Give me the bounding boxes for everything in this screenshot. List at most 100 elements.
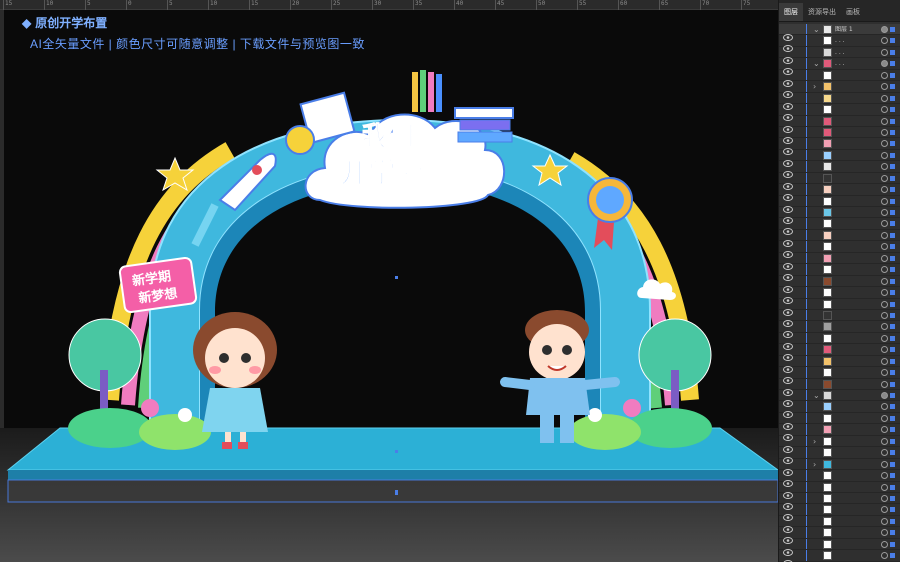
selection-indicator[interactable] <box>890 141 895 147</box>
selection-indicator[interactable] <box>890 175 895 181</box>
layer-row[interactable] <box>779 447 900 465</box>
visibility-eye-icon[interactable] <box>783 95 793 110</box>
visibility-eye-icon[interactable] <box>783 129 793 144</box>
layer-target-icon[interactable] <box>881 254 888 262</box>
visibility-eye-icon[interactable] <box>783 37 793 53</box>
layer-row[interactable] <box>779 207 900 224</box>
visibility-eye-icon[interactable] <box>783 415 793 430</box>
layer-row[interactable] <box>779 264 900 282</box>
layer-target-icon[interactable] <box>881 426 888 434</box>
layer-target-icon[interactable] <box>881 517 888 525</box>
visibility-eye-icon[interactable] <box>783 358 793 373</box>
selection-indicator[interactable] <box>890 312 895 318</box>
selection-indicator[interactable] <box>890 84 895 90</box>
layer-target-icon[interactable] <box>881 414 888 422</box>
layer-target-icon[interactable] <box>881 37 888 45</box>
visibility-eye-icon[interactable] <box>783 506 793 522</box>
visibility-eye-icon[interactable] <box>783 369 793 385</box>
selection-indicator[interactable] <box>890 152 895 158</box>
visibility-eye-icon[interactable] <box>783 175 793 190</box>
visibility-eye-icon[interactable] <box>783 278 793 293</box>
layer-row[interactable] <box>779 492 900 510</box>
visibility-eye-icon[interactable] <box>783 541 793 556</box>
selection-indicator[interactable] <box>890 301 895 307</box>
layer-target-icon[interactable] <box>881 540 888 548</box>
layer-target-icon[interactable] <box>881 472 888 480</box>
layer-target-icon[interactable] <box>881 243 888 251</box>
visibility-eye-icon[interactable] <box>783 198 793 213</box>
visibility-eye-icon[interactable] <box>783 438 793 453</box>
layer-row[interactable] <box>779 69 900 87</box>
layer-target-icon[interactable] <box>881 106 888 114</box>
selection-indicator[interactable] <box>890 198 895 204</box>
layer-list[interactable]: ⌄ 图层 1. . .. . . ⌄. . . › ⌄ › › <box>779 24 900 562</box>
layer-target-icon[interactable] <box>881 48 888 56</box>
layer-target-icon[interactable] <box>881 117 888 125</box>
selection-indicator[interactable] <box>890 495 895 501</box>
visibility-eye-icon[interactable] <box>783 266 793 282</box>
layer-target-icon[interactable] <box>881 209 888 216</box>
selection-indicator[interactable] <box>890 61 895 67</box>
visibility-eye-icon[interactable] <box>783 301 793 316</box>
visibility-eye-icon[interactable] <box>783 243 793 259</box>
layer-target-icon[interactable] <box>881 197 888 205</box>
selection-indicator[interactable] <box>890 72 895 78</box>
layer-target-icon[interactable] <box>881 311 888 319</box>
selection-indicator[interactable] <box>890 450 895 456</box>
selection-indicator[interactable] <box>890 49 895 55</box>
layer-target-icon[interactable] <box>881 174 888 182</box>
layer-row[interactable] <box>779 481 900 499</box>
visibility-eye-icon[interactable] <box>783 60 793 76</box>
layer-target-icon[interactable] <box>881 94 888 102</box>
visibility-eye-icon[interactable] <box>783 461 793 476</box>
selection-indicator[interactable] <box>890 267 895 273</box>
layer-target-icon[interactable] <box>881 163 888 171</box>
arch-artwork[interactable]: 我们 开学啦 新学期 新梦想 <box>0 0 778 562</box>
visibility-eye-icon[interactable] <box>783 518 793 533</box>
selection-indicator[interactable] <box>890 27 895 32</box>
selection-indicator[interactable] <box>890 95 895 101</box>
layer-target-icon[interactable] <box>881 60 888 68</box>
layer-target-icon[interactable] <box>881 494 888 502</box>
layer-name[interactable]: 图层 1 <box>835 24 853 35</box>
selection-indicator[interactable] <box>890 518 895 524</box>
layer-row[interactable] <box>779 424 900 442</box>
visibility-eye-icon[interactable] <box>783 495 793 510</box>
visibility-eye-icon[interactable] <box>783 392 793 407</box>
visibility-eye-icon[interactable] <box>783 140 793 156</box>
layer-row[interactable] <box>779 515 900 533</box>
selection-indicator[interactable] <box>890 347 895 353</box>
expand-chevron-icon[interactable]: ⌄ <box>813 390 820 401</box>
layer-target-icon[interactable] <box>881 529 888 537</box>
layer-row[interactable] <box>779 470 900 488</box>
layer-row[interactable] <box>779 184 900 202</box>
layer-row[interactable] <box>779 161 900 179</box>
visibility-eye-icon[interactable] <box>783 163 793 179</box>
layer-row[interactable] <box>779 527 900 545</box>
layer-row[interactable] <box>779 504 900 522</box>
anchor-point[interactable] <box>395 450 398 453</box>
visibility-eye-icon[interactable] <box>783 323 793 339</box>
layer-row[interactable] <box>779 126 900 144</box>
visibility-eye-icon[interactable] <box>783 232 793 247</box>
layer-row[interactable] <box>779 229 900 247</box>
layer-name[interactable]: . . . <box>835 58 845 69</box>
layer-row[interactable] <box>779 252 900 270</box>
layer-target-icon[interactable] <box>881 437 888 445</box>
expand-chevron-icon[interactable]: › <box>813 436 816 447</box>
layer-row[interactable] <box>779 149 900 167</box>
layer-row[interactable] <box>779 275 900 293</box>
layer-row[interactable]: › <box>779 458 900 476</box>
layer-row[interactable] <box>779 241 900 259</box>
layer-row[interactable] <box>779 412 900 430</box>
layer-row[interactable] <box>779 218 900 236</box>
anchor-point[interactable] <box>395 490 398 495</box>
panel-tab[interactable]: 资源导出 <box>803 3 841 21</box>
layer-target-icon[interactable] <box>881 403 888 411</box>
layer-target-icon[interactable] <box>881 380 888 388</box>
layer-row[interactable]: ⌄ 图层 1 <box>779 24 900 41</box>
layer-name[interactable]: . . . <box>835 35 845 46</box>
layer-target-icon[interactable] <box>881 26 888 33</box>
panel-tab[interactable]: 图层 <box>779 3 803 21</box>
layer-row[interactable] <box>779 115 900 133</box>
